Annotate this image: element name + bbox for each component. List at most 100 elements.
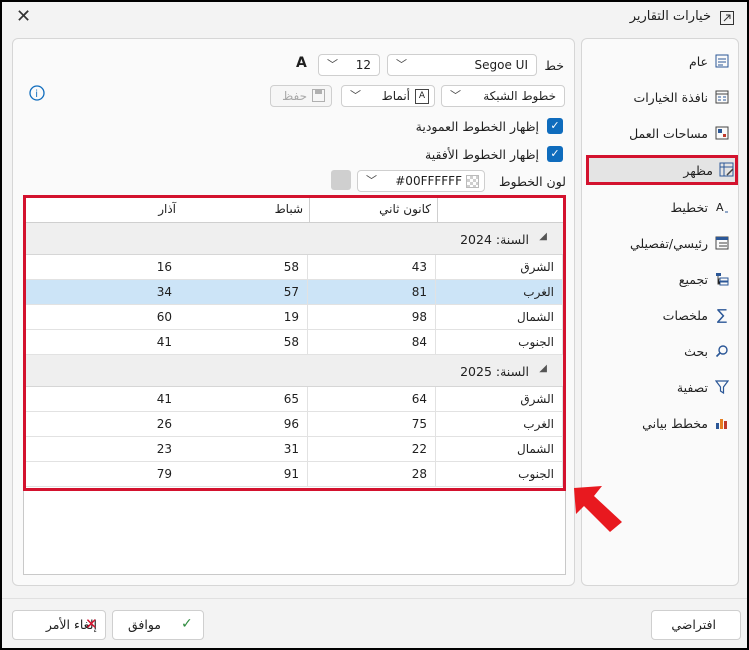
- table-row[interactable]: الشرق 43 58 16: [24, 255, 563, 280]
- table-cell[interactable]: 31: [180, 437, 308, 462]
- table-cell[interactable]: 81: [308, 280, 436, 305]
- table-cell[interactable]: 43: [308, 255, 436, 280]
- summaries-icon: ∑: [716, 306, 728, 324]
- cancel-button[interactable]: إلغاء الأمر ✕: [12, 610, 106, 640]
- table-cell[interactable]: 58: [180, 330, 308, 355]
- close-icon[interactable]: ✕: [16, 6, 31, 27]
- column-header[interactable]: آذار: [26, 197, 182, 223]
- table-cell[interactable]: 41: [24, 387, 180, 412]
- table-cell[interactable]: 91: [180, 462, 308, 487]
- column-header[interactable]: كانون ثاني: [310, 197, 438, 223]
- grouping-icon: [714, 271, 730, 287]
- font-color-icon[interactable]: A: [296, 55, 307, 71]
- sidebar-item-appearance[interactable]: مظهر: [586, 155, 738, 185]
- table-cell[interactable]: 16: [24, 255, 180, 280]
- table-row[interactable]: الشمال 22 31 23: [24, 437, 563, 462]
- line-color-value: #00FFFFFF: [395, 174, 462, 188]
- sidebar-item-chart[interactable]: مخطط بياني: [590, 409, 730, 437]
- row-label: الجنوب: [518, 335, 554, 349]
- gridlines-dropdown[interactable]: خطوط الشبكة ﹀: [441, 85, 565, 107]
- row-label-cell[interactable]: الغرب: [436, 280, 563, 305]
- sidebar-item-search[interactable]: بحث: [590, 337, 730, 365]
- show-vertical-lines-checkbox[interactable]: ✓: [547, 118, 563, 134]
- row-label-cell[interactable]: الشمال: [436, 437, 563, 462]
- table-row[interactable]: الجنوب 84 58 41: [24, 330, 563, 355]
- row-label-cell[interactable]: الشمال: [436, 305, 563, 330]
- sidebar-item-options-window[interactable]: نافذة الخيارات: [590, 83, 730, 111]
- group-row[interactable]: ◢ السنة: 2024: [24, 223, 563, 255]
- table-row[interactable]: الجنوب 28 91 79: [24, 462, 563, 487]
- footer-divider: [2, 598, 747, 599]
- font-family-value: Segoe UI: [474, 58, 528, 72]
- sidebar-item-workspaces[interactable]: مساحات العمل: [590, 119, 730, 147]
- svg-text:A: A: [716, 201, 724, 214]
- info-icon[interactable]: i: [29, 85, 45, 101]
- table-row[interactable]: الشرق 64 65 41: [24, 387, 563, 412]
- table-row[interactable]: الغرب 75 96 26: [24, 412, 563, 437]
- table-cell[interactable]: 65: [180, 387, 308, 412]
- table-cell[interactable]: 57: [180, 280, 308, 305]
- sidebar-item-label: مساحات العمل: [629, 125, 708, 141]
- sidebar-item-master-detail[interactable]: رئيسي/تفصيلي: [590, 229, 730, 257]
- row-label: الجنوب: [518, 467, 554, 481]
- row-label-cell[interactable]: الغرب: [436, 412, 563, 437]
- row-label-cell[interactable]: الشرق: [436, 387, 563, 412]
- font-size-dropdown[interactable]: 12 ﹀: [318, 54, 380, 76]
- master-detail-icon: [714, 235, 730, 251]
- table-cell[interactable]: 58: [180, 255, 308, 280]
- sidebar-item-general[interactable]: عام: [590, 47, 730, 75]
- cell-value: 81: [411, 285, 427, 299]
- sidebar-item-layout[interactable]: A تخطيط: [590, 193, 730, 221]
- show-horizontal-lines-checkbox[interactable]: ✓: [547, 146, 563, 162]
- table-cell[interactable]: 64: [308, 387, 436, 412]
- sidebar-item-filter[interactable]: تصفية: [590, 373, 730, 401]
- line-color-dropdown[interactable]: #00FFFFFF ﹀: [357, 170, 485, 192]
- table-cell[interactable]: 98: [308, 305, 436, 330]
- collapse-triangle-icon[interactable]: ◢: [539, 231, 547, 242]
- table-cell[interactable]: 41: [24, 330, 180, 355]
- group-row[interactable]: ◢ السنة: 2025: [24, 355, 563, 387]
- table-cell[interactable]: 19: [180, 305, 308, 330]
- font-family-dropdown[interactable]: Segoe UI ﹀: [387, 54, 537, 76]
- svg-text:i: i: [35, 89, 38, 100]
- appearance-icon: [719, 162, 735, 178]
- checkmark-icon: ✓: [181, 616, 193, 632]
- save-button[interactable]: حفظ: [270, 85, 332, 107]
- table-cell[interactable]: 96: [180, 412, 308, 437]
- collapse-triangle-icon[interactable]: ◢: [539, 363, 547, 374]
- table-cell[interactable]: 22: [308, 437, 436, 462]
- table-cell[interactable]: 60: [24, 305, 180, 330]
- table-cell[interactable]: 28: [308, 462, 436, 487]
- cell-value: 19: [283, 310, 299, 324]
- row-label-cell[interactable]: الجنوب: [436, 462, 563, 487]
- sidebar-item-label: نافذة الخيارات: [633, 89, 708, 105]
- cell-value: 79: [156, 467, 172, 481]
- table-row[interactable]: الغرب 81 57 34: [24, 280, 563, 305]
- table-cell[interactable]: 79: [24, 462, 180, 487]
- table-cell[interactable]: 26: [24, 412, 180, 437]
- styles-icon: A: [415, 89, 429, 104]
- sidebar-item-label: مخطط بياني: [642, 415, 708, 431]
- title-bar: ✕ خيارات التقارير: [2, 2, 747, 34]
- cell-value: 60: [156, 310, 172, 324]
- table-cell[interactable]: 23: [24, 437, 180, 462]
- line-color-label: لون الخطوط: [498, 174, 566, 189]
- table-cell[interactable]: 84: [308, 330, 436, 355]
- sidebar-item-summaries[interactable]: ∑ ملخصات: [590, 301, 730, 329]
- styles-dropdown[interactable]: أنماط A ﹀: [341, 85, 435, 107]
- table-cell[interactable]: 75: [308, 412, 436, 437]
- line-color-swatch[interactable]: [331, 170, 351, 190]
- row-label-cell[interactable]: الجنوب: [436, 330, 563, 355]
- cell-value: 16: [156, 260, 172, 274]
- column-header-label: شباط: [274, 202, 303, 216]
- table-row[interactable]: الشمال 98 19 60: [24, 305, 563, 330]
- filter-icon: [714, 379, 730, 395]
- table-cell[interactable]: 34: [24, 280, 180, 305]
- column-header-label: آذار: [158, 202, 176, 216]
- ok-button[interactable]: موافق ✓: [112, 610, 204, 640]
- default-button[interactable]: افتراضي: [651, 610, 741, 640]
- row-header-cell: [438, 197, 565, 223]
- column-header[interactable]: شباط: [182, 197, 310, 223]
- row-label-cell[interactable]: الشرق: [436, 255, 563, 280]
- sidebar-item-grouping[interactable]: تجميع: [590, 265, 730, 293]
